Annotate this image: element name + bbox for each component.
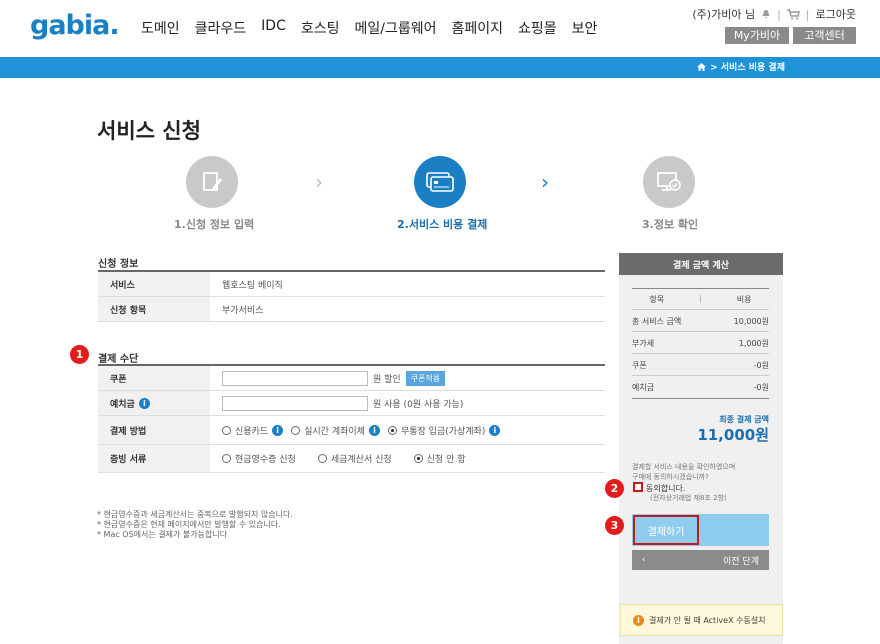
step-arrow-2: ›: [541, 170, 549, 194]
calc-row: 부가세 1,000원: [632, 339, 769, 348]
nav-idc[interactable]: IDC: [261, 18, 286, 38]
row-header: 쿠폰: [98, 366, 210, 390]
step2-circle: [414, 156, 466, 208]
deposit-suffix: 원 사용 (0원 사용 가능): [373, 399, 464, 410]
monitor-check-icon: [657, 172, 681, 191]
row-header: 서비스: [98, 272, 210, 296]
table-row-deposit: 예치금 i 원 사용 (0원 사용 가능): [98, 391, 605, 416]
global-nav: 도메인 클라우드 IDC 호스팅 메일/그룹웨어 홈페이지 쇼핑몰 보안: [141, 18, 612, 38]
table-row-method: 결제 방법 신용카드 i 실시간 계좌이체 i 무통장 입금(가상계좌) i: [98, 416, 605, 445]
user-name: (주)가비아 님: [692, 8, 756, 21]
radio-tax-invoice[interactable]: [317, 454, 327, 463]
radio-credit-card[interactable]: [222, 425, 231, 435]
card-icon: [426, 172, 454, 192]
calc-row: 예치금 -0원: [632, 383, 769, 392]
row-value: 웹호스팅 베이직: [222, 280, 283, 291]
pay-button[interactable]: 결제하기: [633, 515, 699, 545]
radio-bank-transfer[interactable]: [291, 425, 301, 435]
info-icon[interactable]: i: [368, 424, 380, 436]
calc-title: 결제 금액 계산: [619, 253, 783, 275]
row-header: 증빙 서류: [98, 445, 210, 472]
nav-mail[interactable]: 메일/그룹웨어: [355, 18, 437, 38]
callout-badge-2: 2: [605, 479, 624, 498]
activex-notice[interactable]: i 결제가 안 될 때 ActiveX 수동설치: [620, 604, 783, 636]
step2-label: 2.서비스 비용 결제: [397, 218, 488, 231]
payment-title: 결제 수단: [98, 354, 139, 365]
deposit-input[interactable]: [222, 395, 368, 411]
step1-label: 1.신청 정보 입력: [174, 218, 255, 231]
row-header: 결제 방법: [98, 416, 210, 444]
table-row-coupon: 쿠폰 원 할인 쿠폰적용: [98, 366, 605, 391]
table-row-receipt: 증빙 서류 현금영수증 신청 세금계산서 신청 신청 안 함: [98, 445, 605, 473]
gabia-logo[interactable]: gabia.: [30, 10, 120, 41]
agree-text: 결제할 서비스 내용을 확인하였으며 구매에 동의하시겠습니까?: [632, 463, 736, 481]
callout-badge-3: 3: [605, 516, 624, 535]
row-value: 부가서비스: [222, 305, 264, 316]
bell-icon[interactable]: [761, 9, 771, 19]
coupon-suffix: 원 할인: [373, 374, 401, 385]
step3-label: 3.정보 확인: [642, 218, 699, 231]
row-header: 신청 항목: [98, 297, 210, 321]
cart-icon[interactable]: [786, 8, 800, 20]
final-amount: 11,000원: [697, 426, 769, 444]
info-icon[interactable]: i: [138, 397, 150, 409]
table-row-service: 서비스 웹호스팅 베이직: [98, 272, 605, 297]
nav-domain[interactable]: 도메인: [141, 18, 180, 38]
calc-row: 총 서비스 금액 10,000원: [632, 317, 769, 326]
row-header: 예치금 i: [98, 391, 210, 415]
nav-homepage[interactable]: 홈페이지: [452, 18, 504, 38]
payment-notes: * 현금영수증과 세금계산서는 중복으로 발행되지 않습니다. * 현금영수증은…: [97, 510, 293, 539]
table-row-item: 신청 항목 부가서비스: [98, 297, 605, 322]
calc-header-row: 항목 | 비용: [649, 294, 752, 304]
form-edit-icon: [203, 172, 222, 191]
agree-checkbox[interactable]: [633, 482, 643, 492]
customer-center-button[interactable]: 고객센터: [793, 27, 856, 44]
radio-no-receipt[interactable]: [413, 454, 423, 463]
step1-circle: [186, 156, 238, 208]
coupon-apply-button[interactable]: 쿠폰적용: [405, 370, 446, 386]
breadcrumb: > 서비스 비용 결제: [697, 60, 785, 73]
nav-cloud[interactable]: 클라우드: [195, 18, 247, 38]
step-arrow-1: ›: [315, 170, 323, 194]
chevron-left-icon: ‹: [642, 555, 646, 565]
info-icon[interactable]: i: [489, 424, 501, 436]
page-title: 서비스 신청: [97, 119, 201, 143]
radio-virtual-account[interactable]: [387, 425, 397, 435]
calc-row: 쿠폰 -0원: [632, 361, 769, 370]
logout-link[interactable]: 로그아웃: [816, 6, 856, 22]
nav-shoppingmall[interactable]: 쇼핑몰: [518, 18, 557, 38]
coupon-input[interactable]: [222, 370, 368, 386]
nav-hosting[interactable]: 호스팅: [301, 18, 340, 38]
nav-security[interactable]: 보안: [572, 18, 598, 38]
agree-sub: (전자상거래법 제8조 2항): [650, 494, 727, 502]
my-gabia-button[interactable]: My가비아: [725, 27, 789, 44]
home-icon[interactable]: [697, 62, 707, 71]
util-bar: (주)가비아 님 | | 로그아웃: [692, 6, 856, 22]
apply-info-title: 신청 정보: [98, 259, 139, 270]
prev-step-button[interactable]: ‹ 이전 단계: [632, 550, 769, 570]
info-icon[interactable]: i: [272, 424, 284, 436]
callout-badge-1: 1: [70, 345, 89, 364]
step3-circle: [643, 156, 695, 208]
radio-cash-receipt[interactable]: [222, 454, 231, 463]
info-icon: i: [633, 614, 644, 626]
